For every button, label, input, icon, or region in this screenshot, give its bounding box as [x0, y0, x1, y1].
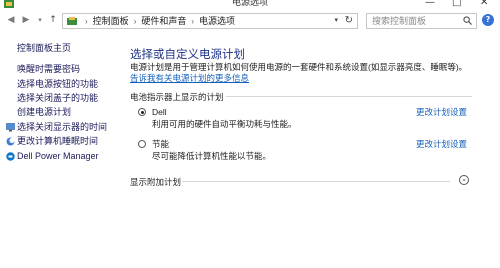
search-input[interactable]: 搜索控制面板	[366, 13, 477, 29]
sidebar-link-power-button[interactable]: 选择电源按钮的功能	[17, 79, 98, 90]
sidebar-link-dell-power-manager[interactable]: Dell Power Manager	[17, 151, 99, 162]
main-content: 选择或自定义电源计划 电源计划是用于管理计算机如何使用电源的一套硬件和系统设置(…	[126, 32, 500, 268]
back-icon[interactable]: ◀	[5, 14, 17, 26]
plan-dell-name[interactable]: Dell	[152, 107, 167, 117]
close-button[interactable]: ✕	[480, 0, 488, 9]
description-text: 电源计划是用于管理计算机如何使用电源的一套硬件和系统设置(如显示器亮度、睡眠等)…	[130, 62, 468, 72]
plan-power-saver-name[interactable]: 节能	[152, 139, 169, 149]
page-description: 电源计划是用于管理计算机如何使用电源的一套硬件和系统设置(如显示器亮度、睡眠等)…	[130, 62, 470, 84]
help-icon[interactable]: ?	[482, 14, 494, 26]
address-dropdown-icon[interactable]: ▾	[334, 14, 338, 28]
plan-dell-radio[interactable]	[138, 108, 146, 116]
search-placeholder: 搜索控制面板	[372, 16, 427, 26]
breadcrumb-hardware-sound[interactable]: 硬件和声音	[141, 16, 186, 26]
sidebar-home-link[interactable]: 控制面板主页	[17, 43, 71, 54]
recent-dropdown-icon[interactable]: ▾	[34, 14, 46, 26]
show-additional-plans-label[interactable]: 显示附加计划	[130, 176, 181, 188]
search-icon	[463, 16, 472, 25]
plan-power-saver-radio[interactable]	[138, 140, 146, 148]
breadcrumb-separator: ›	[191, 17, 195, 26]
sidebar-link-display-off[interactable]: 选择关闭显示器的时间	[17, 122, 107, 133]
sidebar: 控制面板主页 唤醒时需要密码 选择电源按钮的功能 选择关闭盖子的功能 创建电源计…	[0, 32, 126, 268]
refresh-icon[interactable]: ↻	[345, 14, 353, 28]
learn-more-link[interactable]: 告诉我有关电源计划的更多信息	[130, 73, 249, 83]
title-bar: 电源选项 — □ ✕	[0, 0, 500, 10]
plan-power-saver-change-settings-link[interactable]: 更改计划设置	[416, 139, 467, 149]
breadcrumb-control-panel[interactable]: 控制面板	[93, 16, 129, 26]
breadcrumb-separator: ›	[85, 17, 88, 26]
maximize-button[interactable]: □	[452, 0, 461, 9]
sidebar-link-wake-password[interactable]: 唤醒时需要密码	[17, 64, 80, 75]
address-row: ◀ ▶ ▾ ↑ › 控制面板 › 硬件和声音 › 电源选项 ▾ ↻ 搜索控制面板	[0, 10, 500, 32]
breadcrumb-power-options[interactable]: 电源选项	[199, 16, 235, 26]
moon-icon	[6, 137, 15, 146]
plan-power-saver-description: 尽可能降低计算机性能以节能。	[152, 151, 272, 161]
sidebar-link-lid-close[interactable]: 选择关闭盖子的功能	[17, 93, 98, 104]
up-arrow-icon[interactable]: ↑	[47, 14, 59, 26]
plan-power-saver: 节能 尽可能降低计算机性能以节能。 更改计划设置	[130, 139, 470, 165]
page-title: 选择或自定义电源计划	[130, 49, 245, 61]
plan-dell-description: 利用可用的硬件自动平衡功耗与性能。	[152, 119, 297, 129]
control-panel-icon	[67, 17, 77, 25]
dell-icon	[6, 152, 15, 161]
plan-dell: Dell 利用可用的硬件自动平衡功耗与性能。 更改计划设置	[130, 107, 470, 133]
section-divider	[226, 96, 472, 97]
additional-plans-divider	[182, 181, 450, 182]
address-bar[interactable]: › 控制面板 › 硬件和声音 › 电源选项 ▾ ↻	[62, 13, 358, 29]
breadcrumb-separator: ›	[133, 17, 137, 26]
sidebar-link-sleep-time[interactable]: 更改计算机睡眠时间	[17, 136, 98, 147]
sidebar-link-create-plan[interactable]: 创建电源计划	[17, 107, 71, 118]
display-icon	[6, 123, 15, 132]
forward-icon[interactable]: ▶	[20, 14, 32, 26]
minimize-button[interactable]: —	[425, 0, 435, 9]
plan-dell-change-settings-link[interactable]: 更改计划设置	[416, 107, 467, 117]
chevron-down-icon[interactable]: ⌄	[459, 175, 469, 185]
section-title: 电池指示器上显示的计划	[130, 92, 224, 102]
